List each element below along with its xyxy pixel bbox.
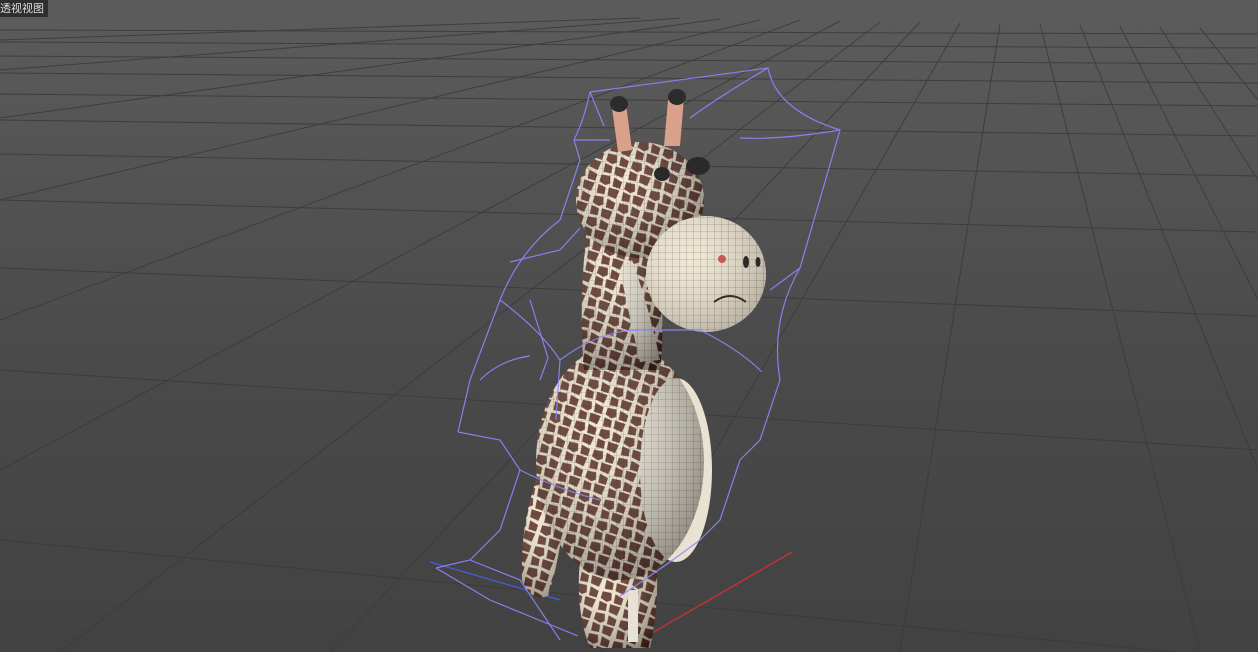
giraffe-horn-right	[664, 98, 684, 146]
giraffe-nostril	[743, 256, 749, 268]
x-axis-line	[639, 551, 793, 641]
giraffe-model	[521, 89, 766, 648]
perspective-viewport[interactable]: 透视视图	[0, 0, 1258, 652]
viewport-scene[interactable]	[0, 0, 1258, 652]
giraffe-ear	[686, 157, 710, 175]
viewport-label[interactable]: 透视视图	[0, 0, 48, 17]
